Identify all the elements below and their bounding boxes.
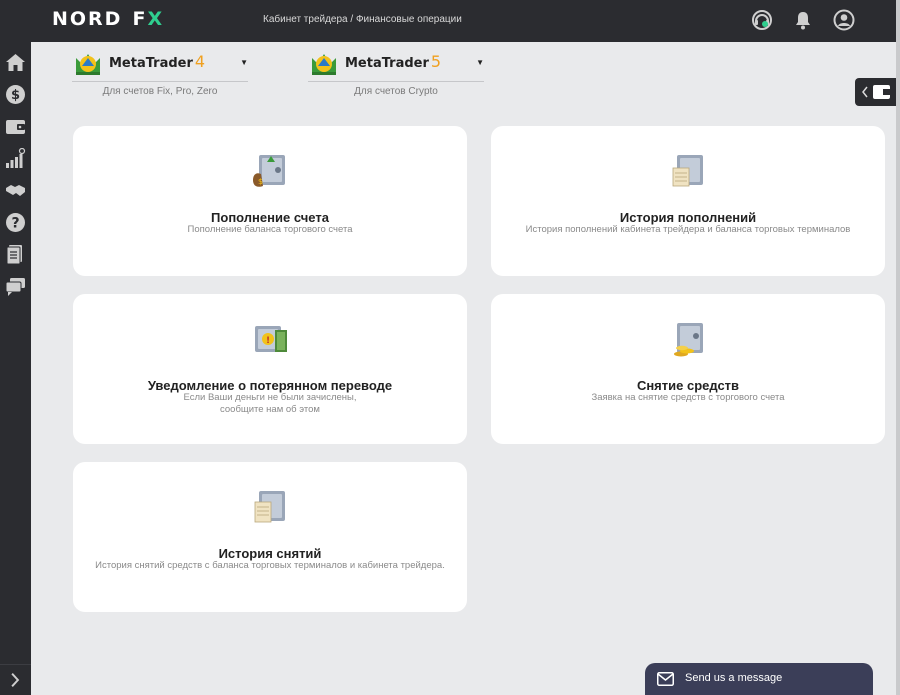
card-description: История снятий средств с баланса торговы… <box>95 560 445 571</box>
wallet-panel-toggle[interactable] <box>855 78 896 106</box>
platform-selector-mt4[interactable]: MetaTrader 4 ▼ <box>72 46 248 82</box>
card-description: История пополнений кабинета трейдера и б… <box>525 224 851 235</box>
document-icon[interactable] <box>5 244 26 265</box>
wallet-icon[interactable] <box>5 116 26 137</box>
caret-down-icon[interactable]: ▼ <box>476 58 484 67</box>
card-title: История пополнений <box>619 210 757 225</box>
svg-text:?: ? <box>11 216 19 232</box>
scrollbar[interactable] <box>896 0 900 695</box>
sidebar: $ ? <box>0 42 31 695</box>
card-title: История снятий <box>218 546 322 561</box>
safe-documents-icon <box>672 155 703 187</box>
logo-text-nord: NORD <box>52 8 123 30</box>
svg-text:!: ! <box>266 336 270 346</box>
envelope-icon <box>657 672 674 686</box>
card-deposit-history[interactable]: История пополнений История пополнений ка… <box>491 126 885 276</box>
card-description: Если Ваши деньги не были зачислены, <box>183 392 357 403</box>
safe-documents-icon <box>254 491 285 523</box>
chat-icon[interactable] <box>5 276 26 297</box>
wallet-icon <box>873 85 890 99</box>
card-title: Снятие средств <box>636 378 740 393</box>
svg-text:$: $ <box>11 88 20 103</box>
card-withdrawal-history[interactable]: История снятий История снятий средств с … <box>73 462 467 612</box>
user-icon[interactable] <box>833 9 855 31</box>
card-title: Уведомление о потерянном переводе <box>147 378 393 393</box>
bell-icon[interactable] <box>792 9 814 31</box>
logo-text-fx: FX <box>132 8 165 30</box>
card-description: Заявка на снятие средств с торгового сче… <box>591 392 785 403</box>
platform-subtitle: Для счетов Crypto <box>354 86 438 97</box>
safe-coins-icon <box>674 323 703 357</box>
metatrader-logo-icon <box>76 54 100 75</box>
card-lost-transfer[interactable]: ! Уведомление о потерянном переводе Если… <box>73 294 467 444</box>
safe-warning-money-icon: ! <box>255 326 287 352</box>
chevron-right-icon[interactable] <box>0 664 31 695</box>
card-deposit[interactable]: $ Пополнение счета Пополнение баланса то… <box>73 126 467 276</box>
card-withdrawal[interactable]: Снятие средств Заявка на снятие средств … <box>491 294 885 444</box>
nordfx-logo[interactable]: NORD FX <box>52 8 165 30</box>
top-bar: NORD FX Кабинет трейдера / Финансовые оп… <box>0 0 896 42</box>
metatrader-logo-icon <box>312 54 336 75</box>
platform-name: MetaTrader 4 <box>109 52 206 71</box>
send-message-button[interactable]: Send us a message <box>645 663 873 695</box>
caret-down-icon[interactable]: ▼ <box>240 58 248 67</box>
card-description: Пополнение баланса торгового счета <box>187 224 353 235</box>
home-icon[interactable] <box>5 52 26 73</box>
platform-selector-mt5[interactable]: MetaTrader 5 ▼ <box>308 46 484 82</box>
platform-name: MetaTrader 5 <box>345 52 442 71</box>
handshake-icon[interactable] <box>5 180 26 201</box>
safe-deposit-icon: $ <box>253 155 285 187</box>
chart-icon[interactable] <box>5 148 26 169</box>
dollar-icon[interactable]: $ <box>5 84 26 105</box>
help-icon[interactable]: ? <box>5 212 26 233</box>
card-title: Пополнение счета <box>211 210 329 225</box>
card-description: сообщите нам об этом <box>220 404 320 415</box>
support-icon[interactable] <box>751 9 773 31</box>
platform-subtitle: Для счетов Fix, Pro, Zero <box>102 86 218 97</box>
chevron-left-icon <box>862 86 868 98</box>
chat-label: Send us a message <box>685 672 783 684</box>
svg-text:$: $ <box>258 177 263 186</box>
breadcrumb: Кабинет трейдера / Финансовые операции <box>263 14 462 25</box>
